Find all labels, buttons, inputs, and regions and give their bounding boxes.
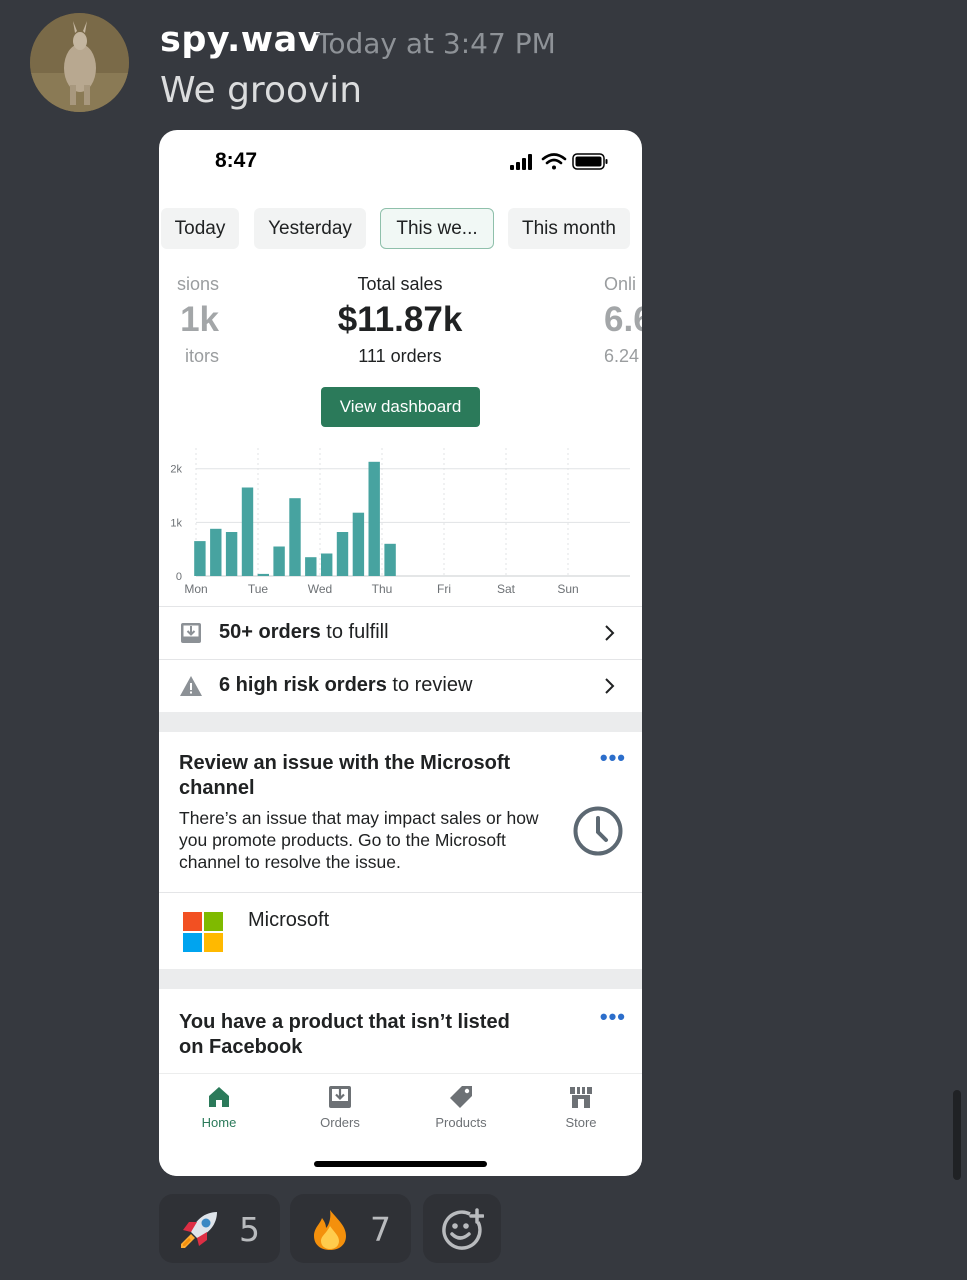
tab-this-week[interactable]: This we... [380, 208, 494, 249]
chart-bar [368, 461, 380, 576]
fulfill-orders-row[interactable]: 50+ orders to fulfill [159, 606, 642, 658]
y-tick-label: 1k [170, 517, 182, 529]
y-tick-label: 2k [170, 464, 182, 476]
section-divider [159, 712, 642, 732]
stat-online-label: Onli [604, 274, 637, 294]
reaction-fire[interactable]: 7 [290, 1194, 411, 1263]
signal-icon [510, 154, 532, 170]
total-sales-orders: 111 orders [358, 346, 442, 366]
more-options-icon[interactable]: ••• [600, 1004, 626, 1030]
chart-bar [384, 543, 396, 576]
warning-icon [180, 675, 202, 696]
tab-products-label: Products [435, 1115, 487, 1130]
high-risk-orders-row[interactable]: 6 high risk orders to review [159, 659, 642, 711]
tab-orders[interactable]: Orders [290, 1084, 390, 1130]
high-risk-orders-text: 6 high risk orders to review [219, 674, 473, 696]
x-tick-label: Tue [248, 582, 269, 596]
more-options-icon[interactable]: ••• [600, 745, 626, 771]
status-bar: 8:47 [159, 130, 642, 190]
clock-icon [573, 806, 623, 856]
microsoft-logo-icon [183, 912, 223, 952]
chevron-right-icon [605, 624, 615, 641]
tab-orders-label: Orders [320, 1115, 360, 1130]
reaction-rocket[interactable]: 5 [159, 1194, 280, 1263]
tab-products[interactable]: Products [411, 1084, 511, 1130]
chart-bar [321, 553, 333, 576]
reaction-count: 5 [239, 1210, 260, 1249]
fire-icon [314, 1210, 346, 1250]
stat-online-value: 6.6 [604, 300, 642, 339]
x-tick-label: Sun [557, 582, 578, 596]
microsoft-card-body: There’s an issue that may impact sales o… [179, 808, 539, 872]
battery-icon [572, 153, 608, 170]
facebook-card-title: You have a product that isn’t listed on … [179, 1011, 510, 1058]
tab-store[interactable]: Store [531, 1084, 631, 1130]
x-tick-label: Mon [184, 582, 207, 596]
chart-bar [241, 487, 254, 576]
tab-yesterday[interactable]: Yesterday [254, 208, 366, 249]
tab-home-label: Home [201, 1115, 237, 1130]
timestamp: Today at 3:47 PM [316, 27, 556, 60]
fulfill-orders-text: 50+ orders to fulfill [219, 621, 389, 643]
section-divider [159, 969, 642, 989]
image-attachment[interactable]: 8:47 Today Yesterday This we... This mon… [159, 130, 642, 1176]
total-sales-label: Total sales [357, 274, 443, 294]
inbox-download-icon [181, 622, 201, 643]
date-range-tabs: Today Yesterday This we... This month [159, 208, 642, 250]
total-sales-value: $11.87k [337, 300, 463, 339]
stat-sessions[interactable]: sions 1k itors [159, 274, 219, 367]
reaction-count: 7 [370, 1210, 391, 1249]
tab-this-month[interactable]: This month [508, 208, 630, 249]
stat-sessions-label: sions [176, 274, 219, 294]
tab-store-label: Store [565, 1115, 597, 1130]
username[interactable]: spy.wav [160, 20, 321, 60]
tag-icon [450, 1086, 472, 1108]
bottom-tab-bar: Home Orders Products Store [159, 1073, 642, 1176]
chart-bar [225, 532, 238, 576]
microsoft-label: Microsoft [248, 909, 330, 931]
stat-sessions-value: 1k [180, 300, 219, 339]
sales-chart: 0 1k 2k Mon Tue Wed Thu Fri Sat Sun [170, 448, 630, 596]
microsoft-card-title: Review an issue with the Microsoft chann… [179, 752, 511, 799]
chart-bar [352, 512, 365, 576]
chart-bar [273, 546, 285, 576]
view-dashboard-button[interactable]: View dashboard [321, 387, 480, 427]
add-reaction-button[interactable] [423, 1194, 501, 1263]
chart-bar [289, 498, 301, 576]
x-tick-label: Sat [497, 582, 516, 596]
add-reaction-icon [442, 1208, 484, 1250]
stat-online-sub: 6.24 [604, 346, 640, 366]
chevron-right-icon [605, 677, 615, 694]
rocket-icon [181, 1212, 217, 1248]
x-tick-label: Wed [308, 582, 332, 596]
status-icons [510, 153, 608, 170]
store-icon [570, 1087, 592, 1108]
chart-bar [336, 532, 349, 576]
message-text: We groovin [160, 70, 363, 111]
wifi-icon [541, 153, 567, 170]
home-indicator [314, 1161, 487, 1167]
tab-home[interactable]: Home [169, 1084, 269, 1130]
stat-online[interactable]: Onli 6.6 6.24 [604, 274, 642, 367]
avatar[interactable] [30, 13, 129, 112]
chart-bar [305, 557, 317, 576]
scrollbar[interactable] [953, 1090, 961, 1180]
chart-bar [210, 528, 222, 576]
chart-bar [257, 573, 269, 576]
x-tick-label: Fri [437, 582, 451, 596]
status-time: 8:47 [215, 149, 258, 172]
stat-total-sales[interactable]: Total sales $11.87k 111 orders [300, 274, 500, 367]
y-tick-label: 0 [176, 571, 182, 583]
tab-today[interactable]: Today [161, 208, 239, 249]
kangaroo-avatar-image [30, 13, 129, 112]
chart-bar [194, 541, 206, 576]
x-tick-label: Thu [372, 582, 393, 596]
home-icon [209, 1087, 229, 1107]
stat-sessions-sub: itors [184, 346, 219, 366]
orders-icon [329, 1086, 351, 1108]
microsoft-channel-link[interactable]: Microsoft [159, 892, 642, 968]
